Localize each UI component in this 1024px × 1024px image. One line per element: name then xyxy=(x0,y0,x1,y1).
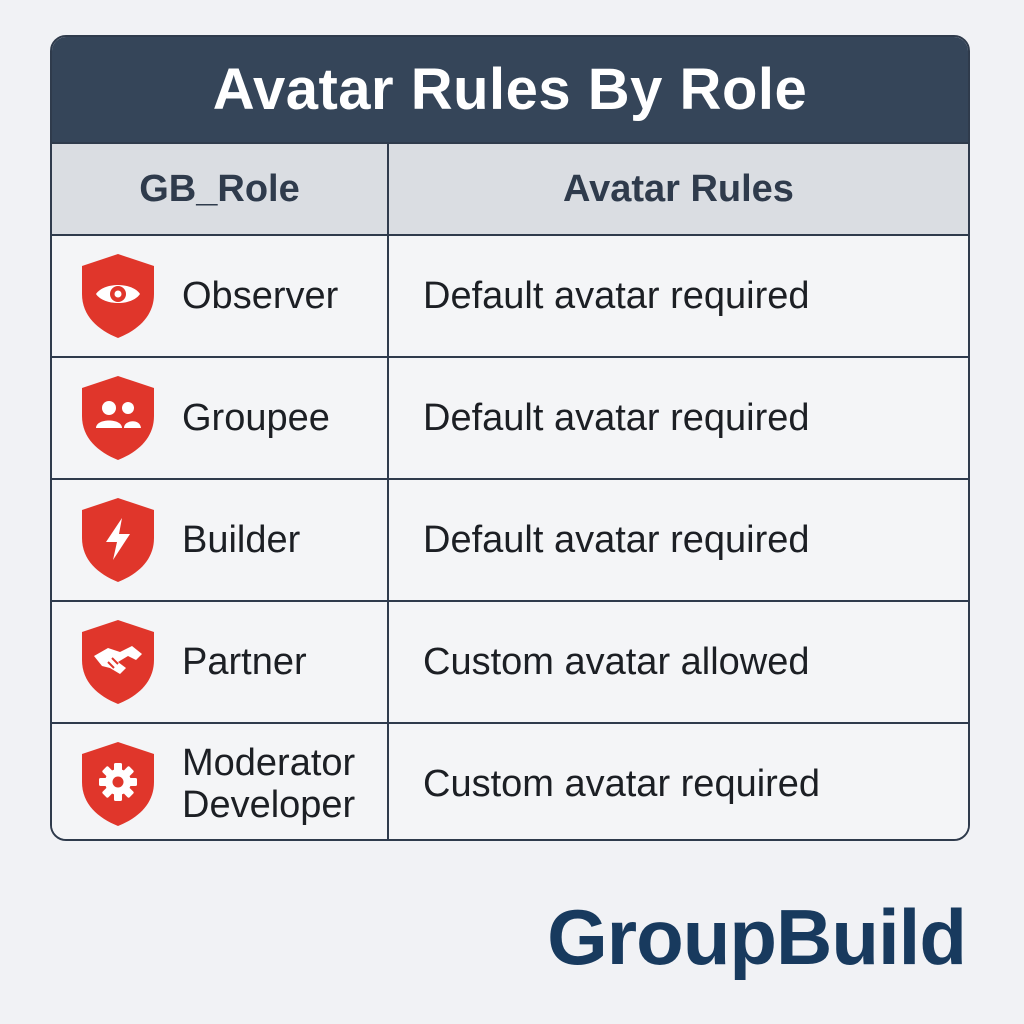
role-cell: Groupee xyxy=(52,357,389,480)
role-cell: Partner xyxy=(52,601,389,724)
column-header-avatar-rules: Avatar Rules xyxy=(388,144,968,236)
people-icon xyxy=(82,376,154,460)
brand-logo-text: GroupBuild xyxy=(547,893,967,981)
rule-cell: Custom avatar required xyxy=(388,723,968,839)
eye-icon xyxy=(82,254,154,338)
lightning-icon xyxy=(82,498,154,582)
table-row: Groupee Default avatar required xyxy=(52,357,968,480)
page-title: Avatar Rules By Role xyxy=(212,57,808,122)
avatar-rule-text: Custom avatar allowed xyxy=(423,640,810,683)
rule-cell: Default avatar required xyxy=(388,479,968,602)
gear-icon xyxy=(82,742,154,826)
roles-table: GB_Role Avatar Rules Observer Default av… xyxy=(52,144,968,839)
avatar-rule-text: Default avatar required xyxy=(423,518,810,561)
avatar-rule-text: Custom avatar required xyxy=(423,762,821,805)
role-cell: Observer xyxy=(52,235,389,358)
rule-cell: Custom avatar allowed xyxy=(388,601,968,724)
table-row: Partner Custom avatar allowed xyxy=(52,601,968,724)
role-cell: Moderator Developer xyxy=(52,723,389,839)
role-name: Moderator Developer xyxy=(182,742,356,826)
role-cell: Builder xyxy=(52,479,389,602)
role-name: Partner xyxy=(182,641,307,683)
handshake-icon xyxy=(82,620,154,704)
avatar-rule-text: Default avatar required xyxy=(423,274,810,317)
column-header-role: GB_Role xyxy=(52,144,389,236)
rule-cell: Default avatar required xyxy=(388,235,968,358)
table-row: Builder Default avatar required xyxy=(52,479,968,602)
rule-cell: Default avatar required xyxy=(388,357,968,480)
table-row: Observer Default avatar required xyxy=(52,235,968,358)
role-name: Builder xyxy=(182,519,301,561)
role-name: Observer xyxy=(182,275,339,317)
avatar-rule-text: Default avatar required xyxy=(423,396,810,439)
table-row: Moderator Developer Custom avatar requir… xyxy=(52,723,968,839)
avatar-rules-table-card: Avatar Rules By Role GB_Role Avatar Rule… xyxy=(50,35,970,841)
table-header-row: GB_Role Avatar Rules xyxy=(52,144,968,236)
title-bar: Avatar Rules By Role xyxy=(52,37,968,144)
role-name: Groupee xyxy=(182,397,330,439)
